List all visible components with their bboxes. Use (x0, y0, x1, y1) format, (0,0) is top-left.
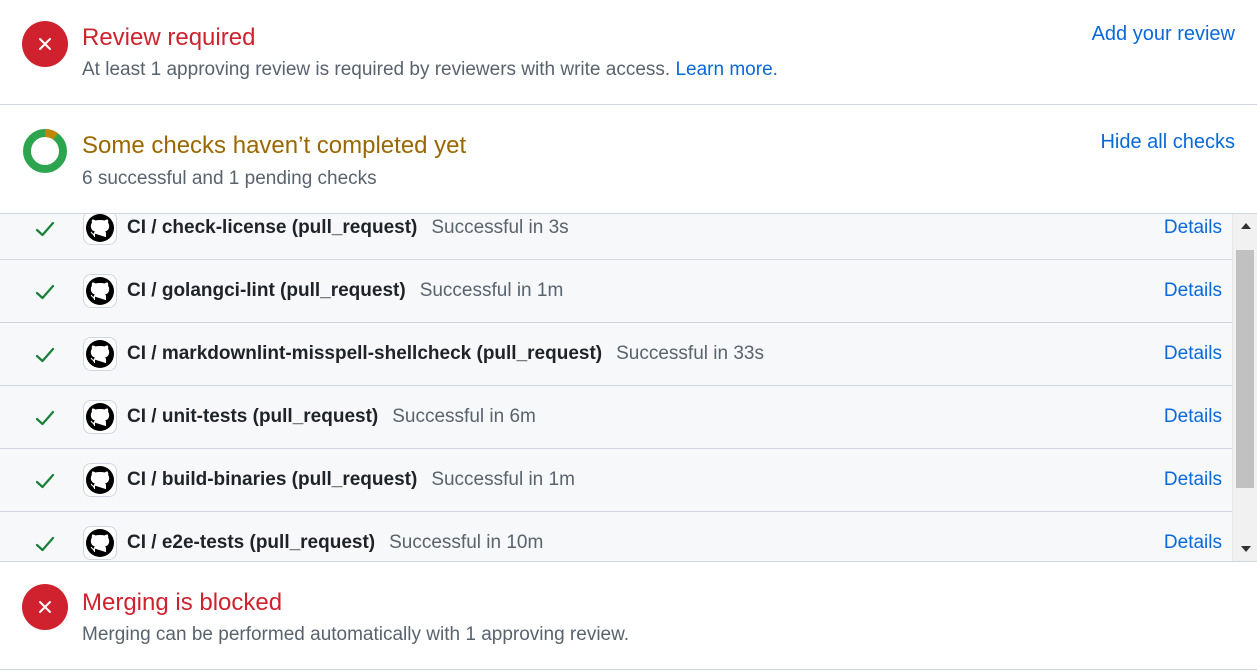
checks-summary-section: Some checks haven’t completed yet 6 succ… (0, 105, 1257, 214)
details-link[interactable]: Details (1164, 468, 1222, 492)
add-your-review-link[interactable]: Add your review (1092, 22, 1235, 46)
review-required-section: Review required At least 1 approving rev… (0, 0, 1257, 105)
check-status: Successful in 1m (419, 280, 564, 301)
check-row: CI / unit-tests (pull_request) Successful… (0, 386, 1232, 449)
check-icon (35, 536, 55, 552)
review-description-text: At least 1 approving review is required … (82, 59, 671, 80)
x-circle-icon (22, 21, 68, 67)
details-link[interactable]: Details (1164, 405, 1222, 429)
check-name-text: CI / check-license (pull_request) (127, 217, 418, 238)
scrollbar-thumb[interactable] (1236, 250, 1254, 488)
hide-all-checks-link[interactable]: Hide all checks (1100, 130, 1235, 154)
github-logo-icon (83, 214, 117, 245)
check-icon (35, 284, 55, 300)
check-row: CI / markdownlint-misspell-shellcheck (p… (0, 323, 1232, 386)
github-logo-icon (83, 400, 117, 434)
check-name: CI / check-license (pull_request) Success… (127, 216, 569, 240)
check-row: CI / golangci-lint (pull_request) Success… (0, 260, 1232, 323)
check-name-text: CI / markdownlint-misspell-shellcheck (p… (127, 343, 603, 364)
details-link[interactable]: Details (1164, 216, 1222, 240)
check-name-text: CI / unit-tests (pull_request) (127, 406, 379, 427)
merging-blocked-section: Merging is blocked Merging can be perfor… (0, 561, 1257, 670)
checks-summary: 6 successful and 1 pending checks (82, 168, 377, 189)
scroll-down-arrow-icon[interactable] (1233, 537, 1257, 561)
check-status: Successful in 10m (389, 532, 544, 553)
check-name-text: CI / build-binaries (pull_request) (127, 469, 418, 490)
check-name: CI / golangci-lint (pull_request) Success… (127, 279, 563, 303)
merging-blocked-description: Merging can be performed automatically w… (82, 624, 630, 645)
check-name: CI / unit-tests (pull_request) Successful… (127, 405, 536, 429)
check-icon (35, 410, 55, 426)
check-status: Successful in 33s (616, 343, 764, 364)
donut-progress-icon (23, 129, 67, 173)
details-link[interactable]: Details (1164, 531, 1222, 555)
check-row: CI / e2e-tests (pull_request) Successful … (0, 512, 1232, 561)
checks-list[interactable]: CI / check-license (pull_request) Success… (0, 214, 1257, 561)
github-logo-icon (83, 337, 117, 371)
github-logo-icon (83, 526, 117, 560)
merging-blocked-title: Merging is blocked (82, 589, 283, 616)
checks-rows: CI / check-license (pull_request) Success… (0, 214, 1232, 561)
review-required-title: Review required (82, 24, 256, 51)
details-link[interactable]: Details (1164, 342, 1222, 366)
details-link[interactable]: Details (1164, 279, 1222, 303)
github-logo-icon (83, 463, 117, 497)
check-name-text: CI / e2e-tests (pull_request) (127, 532, 376, 553)
checks-scrollbar[interactable] (1232, 214, 1257, 561)
check-name: CI / e2e-tests (pull_request) Successful … (127, 531, 543, 555)
check-row: CI / build-binaries (pull_request) Succes… (0, 449, 1232, 512)
check-row: CI / check-license (pull_request) Success… (0, 214, 1232, 260)
check-name-text: CI / golangci-lint (pull_request) (127, 280, 406, 301)
check-name: CI / build-binaries (pull_request) Succes… (127, 468, 575, 492)
check-status: Successful in 1m (431, 469, 575, 490)
check-status: Successful in 6m (392, 406, 536, 427)
checks-title: Some checks haven’t completed yet (82, 132, 467, 159)
scroll-up-arrow-icon[interactable] (1233, 214, 1257, 238)
check-name: CI / markdownlint-misspell-shellcheck (p… (127, 342, 764, 366)
check-icon (35, 221, 55, 237)
x-circle-icon (22, 584, 68, 630)
check-icon (35, 347, 55, 363)
github-logo-icon (83, 274, 117, 308)
review-required-description: At least 1 approving review is required … (82, 58, 778, 82)
check-icon (35, 473, 55, 489)
check-status: Successful in 3s (431, 217, 569, 238)
learn-more-link[interactable]: Learn more. (675, 59, 777, 80)
